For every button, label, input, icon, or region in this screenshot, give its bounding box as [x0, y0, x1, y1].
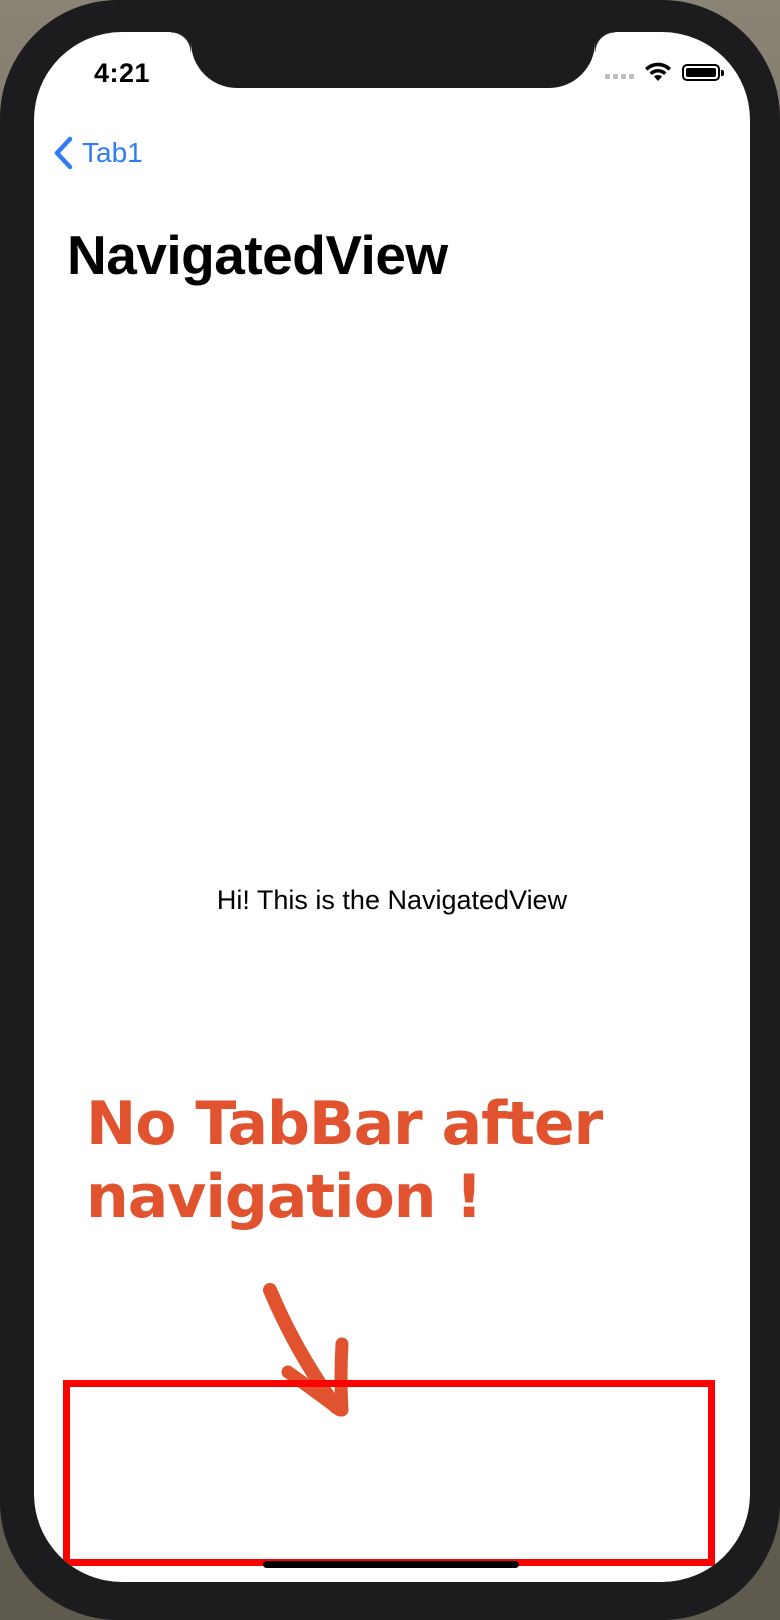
back-button[interactable]: Tab1 [52, 132, 143, 174]
status-icons [605, 62, 724, 82]
signal-icon [605, 65, 634, 79]
annotation-line-1: No TabBar after [86, 1089, 603, 1159]
wifi-icon [645, 62, 671, 81]
annotation-line-2: navigation ! [86, 1162, 483, 1232]
home-indicator [263, 1561, 519, 1568]
phone-frame: 4:21 Tab1 NavigatedView Hi! This is the … [0, 0, 780, 1620]
phone-screen: 4:21 Tab1 NavigatedView Hi! This is the … [34, 32, 750, 1582]
missing-tabbar-highlight [63, 1380, 715, 1566]
back-button-label: Tab1 [82, 137, 143, 168]
body-message: Hi! This is the NavigatedView [216, 885, 568, 915]
battery-icon [682, 63, 724, 81]
status-time: 4:21 [94, 58, 151, 88]
chevron-left-icon [54, 136, 73, 170]
page-title: NavigatedView [67, 224, 448, 286]
notch [171, 32, 615, 88]
annotation-note: No TabBar after navigation ! [86, 1088, 606, 1234]
